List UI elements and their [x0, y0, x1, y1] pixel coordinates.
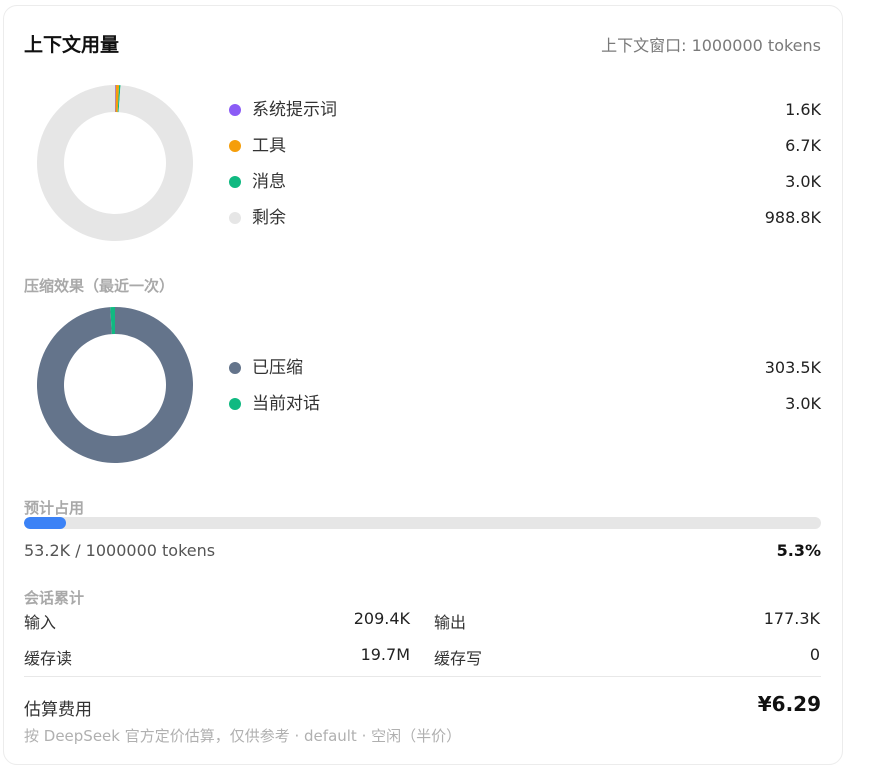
legend-label: 已压缩 — [252, 358, 303, 378]
stat-value: 209.4K — [353, 609, 410, 628]
divider — [24, 676, 821, 677]
legend-item-messages: 消息 3.0K — [228, 170, 821, 206]
legend-value: 1.6K — [785, 100, 821, 119]
legend-value: 303.5K — [764, 358, 821, 377]
usage-donut-chart — [37, 85, 193, 241]
estimated-cost-label: 估算费用 — [24, 700, 92, 720]
projected-usage-progress-bar — [24, 517, 821, 529]
context-window-info: 上下文窗口: 1000000 tokens — [601, 36, 821, 55]
system-prompt-dot-icon — [229, 104, 241, 116]
compression-section-label: 压缩效果（最近一次） — [24, 277, 175, 295]
projection-section-label: 预计占用 — [24, 499, 85, 517]
legend-value: 3.0K — [785, 394, 821, 413]
usage-legend: 系统提示词 1.6K 工具 6.7K 消息 3.0K 剩余 988.8K — [228, 98, 821, 242]
usage-slice-3 — [37, 85, 193, 241]
stat-label: 输入 — [24, 613, 57, 632]
legend-item-tools: 工具 6.7K — [228, 134, 821, 170]
pricing-footnote: 按 DeepSeek 官方定价估算，仅供参考 · default · 空闲（半价… — [24, 727, 462, 745]
legend-item-remaining: 剩余 988.8K — [228, 206, 821, 242]
stat-label: 缓存读 — [24, 649, 73, 668]
compression-legend: 已压缩 303.5K 当前对话 3.0K — [228, 356, 821, 428]
legend-value: 3.0K — [785, 172, 821, 191]
current-conversation-dot-icon — [229, 398, 241, 410]
stat-cache-read: 缓存读 19.7M — [24, 645, 410, 669]
stat-value: 0 — [809, 645, 820, 664]
stat-input: 输入 209.4K — [24, 609, 410, 633]
stat-label: 输出 — [434, 613, 467, 632]
projected-usage-progress-fill — [24, 517, 67, 529]
stat-value: 177.3K — [763, 609, 820, 628]
stat-output: 输出 177.3K — [434, 609, 820, 633]
estimated-cost-value: ¥6.29 — [757, 692, 821, 716]
stat-cache-write: 缓存写 0 — [434, 645, 820, 669]
tools-dot-icon — [229, 140, 241, 152]
projected-usage-text: 53.2K / 1000000 tokens — [24, 541, 216, 560]
legend-value: 988.8K — [764, 208, 821, 227]
stat-label: 缓存写 — [434, 649, 483, 668]
projected-usage-percent: 5.3% — [776, 541, 821, 560]
legend-label: 系统提示词 — [252, 100, 337, 120]
compression-donut-chart — [37, 307, 193, 463]
card-title: 上下文用量 — [24, 34, 120, 56]
card-header: 上下文用量 上下文窗口: 1000000 tokens — [24, 30, 821, 56]
messages-dot-icon — [229, 176, 241, 188]
compressed-dot-icon — [229, 362, 241, 374]
legend-label: 工具 — [252, 136, 286, 156]
legend-label: 当前对话 — [252, 394, 320, 414]
legend-value: 6.7K — [785, 136, 821, 155]
legend-item-system-prompt: 系统提示词 1.6K — [228, 98, 821, 134]
legend-item-compressed: 已压缩 303.5K — [228, 356, 821, 392]
legend-label: 剩余 — [252, 208, 286, 228]
stat-value: 19.7M — [360, 645, 410, 664]
session-section-label: 会话累计 — [24, 589, 85, 607]
legend-label: 消息 — [252, 172, 286, 192]
remaining-dot-icon — [229, 212, 241, 224]
legend-item-current-conversation: 当前对话 3.0K — [228, 392, 821, 428]
